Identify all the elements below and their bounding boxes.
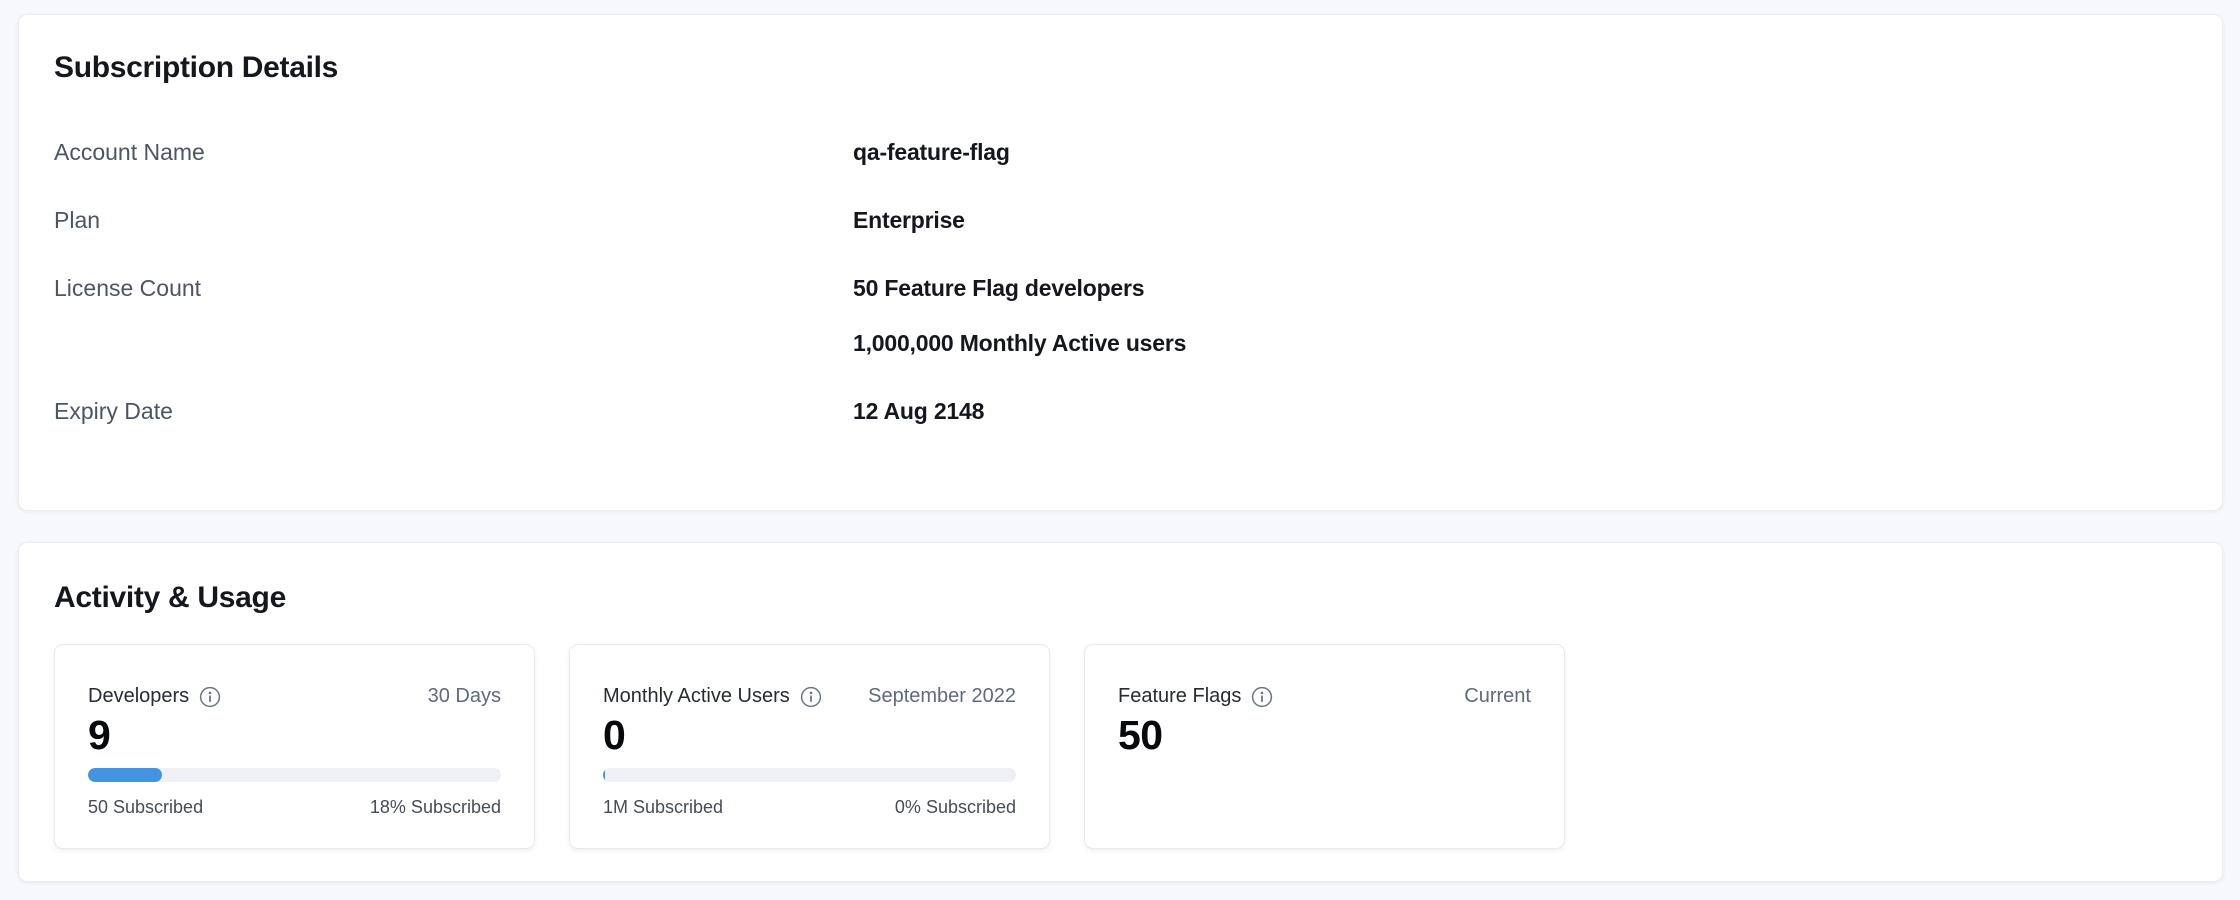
- feature-flags-metric-label: Feature Flags: [1118, 683, 1241, 709]
- mau-subscribed-count: 1M Subscribed: [603, 795, 723, 819]
- info-icon[interactable]: [1251, 686, 1273, 708]
- license-count-label: License Count: [54, 273, 853, 304]
- row-license-count: License Count 50 Feature Flag developers…: [54, 273, 2186, 359]
- expiry-date-label: Expiry Date: [54, 396, 853, 427]
- developers-progress-bar: [88, 768, 501, 782]
- developers-metric-label: Developers: [88, 683, 189, 709]
- feature-flags-metric-value: 50: [1118, 713, 1531, 758]
- feature-flags-metric-period: Current: [1464, 683, 1531, 709]
- license-count-developers-value: 50 Feature Flag developers: [853, 273, 1186, 304]
- subscription-page: Subscription Details Account Name qa-fea…: [0, 0, 2240, 900]
- feature-flags-metric-card: Feature Flags Current 50: [1084, 644, 1565, 849]
- license-count-mau-value: 1,000,000 Monthly Active users: [853, 328, 1186, 359]
- developers-subscribed-percent: 18% Subscribed: [370, 795, 501, 819]
- developers-progress-fill: [88, 768, 162, 782]
- row-account-name: Account Name qa-feature-flag: [54, 137, 2186, 168]
- mau-metric-period: September 2022: [868, 683, 1016, 709]
- plan-value: Enterprise: [853, 205, 965, 236]
- metric-cards: Developers 30 Days 9: [54, 644, 2187, 849]
- info-icon[interactable]: [800, 686, 822, 708]
- mau-metric-label: Monthly Active Users: [603, 683, 790, 709]
- account-name-label: Account Name: [54, 137, 853, 168]
- expiry-date-value: 12 Aug 2148: [853, 396, 984, 427]
- subscription-details-card: Subscription Details Account Name qa-fea…: [18, 14, 2223, 511]
- mau-progress-bar: [603, 768, 1016, 782]
- row-expiry-date: Expiry Date 12 Aug 2148: [54, 396, 2186, 427]
- mau-metric-value: 0: [603, 713, 1016, 758]
- subscription-rows: Account Name qa-feature-flag Plan Enterp…: [54, 137, 2186, 427]
- developers-subscribed-count: 50 Subscribed: [88, 795, 203, 819]
- activity-usage-title: Activity & Usage: [54, 579, 2187, 617]
- mau-subscribed-percent: 0% Subscribed: [895, 795, 1016, 819]
- subscription-details-title: Subscription Details: [54, 49, 2186, 87]
- info-icon[interactable]: [199, 686, 221, 708]
- plan-label: Plan: [54, 205, 853, 236]
- developers-metric-period: 30 Days: [428, 683, 501, 709]
- developers-metric-value: 9: [88, 713, 501, 758]
- row-plan: Plan Enterprise: [54, 205, 2186, 236]
- account-name-value: qa-feature-flag: [853, 137, 1010, 168]
- activity-usage-card: Activity & Usage Developers: [18, 542, 2223, 882]
- mau-progress-fill: [603, 768, 605, 782]
- developers-metric-card: Developers 30 Days 9: [54, 644, 535, 849]
- mau-metric-card: Monthly Active Users September 2022 0: [569, 644, 1050, 849]
